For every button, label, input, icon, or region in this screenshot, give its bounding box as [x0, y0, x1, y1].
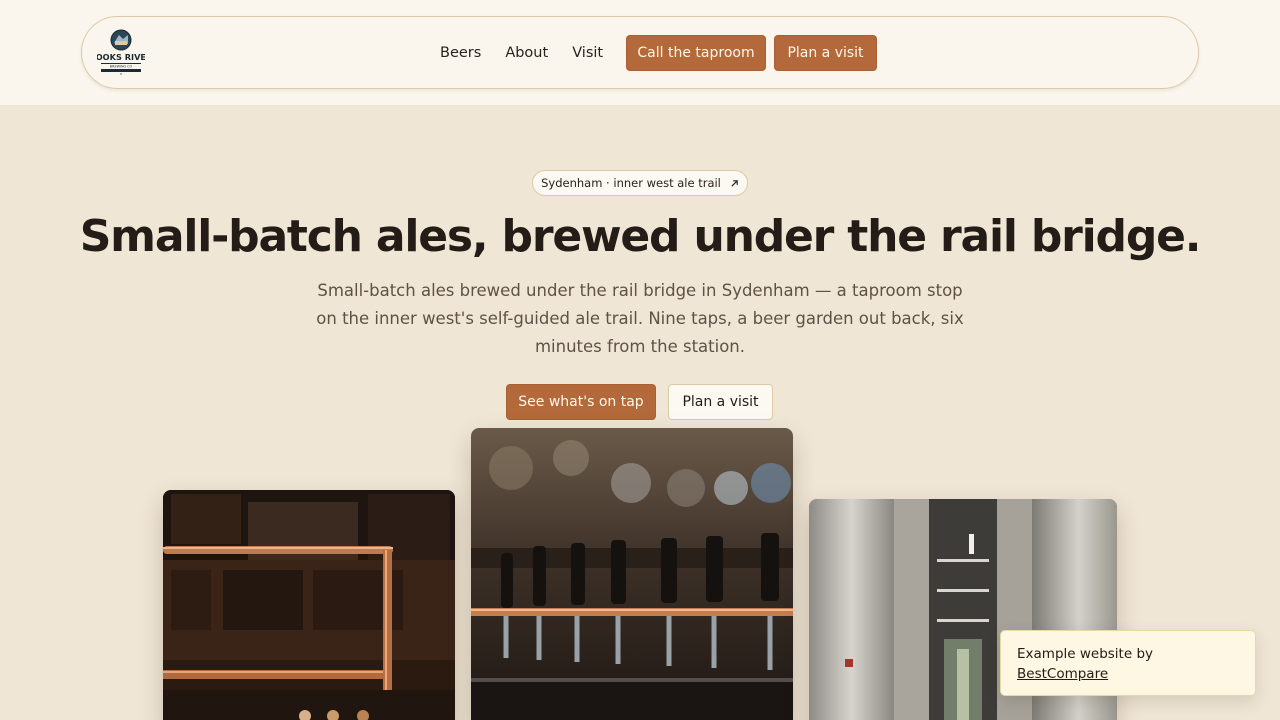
call-taproom-button[interactable]: Call the taproom — [626, 35, 766, 71]
nav-link-about[interactable]: About — [505, 45, 548, 61]
nav-link-beers[interactable]: Beers — [440, 45, 481, 61]
hero-subhead: Small-batch ales brewed under the rail b… — [316, 281, 964, 356]
attribution-text: Example website by — [1017, 646, 1154, 662]
attribution-badge: Example website by BestCompare — [1000, 630, 1256, 696]
plan-visit-nav-button[interactable]: Plan a visit — [774, 35, 877, 71]
plan-visit-hero-button[interactable]: Plan a visit — [668, 384, 773, 420]
hero-headline: Small-batch ales, brewed under the rail … — [79, 211, 1202, 262]
eyebrow-label: Sydenham · inner west ale trail — [541, 176, 721, 190]
arrow-up-right-icon — [731, 179, 738, 187]
brewery-logo[interactable]: COOKS RIVER BREWING CO — [90, 29, 153, 77]
svg-text:COOKS RIVER: COOKS RIVER — [97, 52, 145, 62]
beer-taps-photo — [471, 428, 793, 720]
see-on-tap-button[interactable]: See what's on tap — [506, 384, 656, 420]
nav-link-visit[interactable]: Visit — [572, 45, 603, 61]
svg-text:BREWING CO: BREWING CO — [110, 65, 133, 69]
ale-trail-pill-link[interactable]: Sydenham · inner west ale trail — [532, 170, 748, 196]
taproom-bar-photo — [163, 490, 455, 720]
bestcompare-link[interactable]: BestCompare — [1017, 666, 1108, 682]
primary-nav: Beers About Visit — [440, 35, 627, 71]
